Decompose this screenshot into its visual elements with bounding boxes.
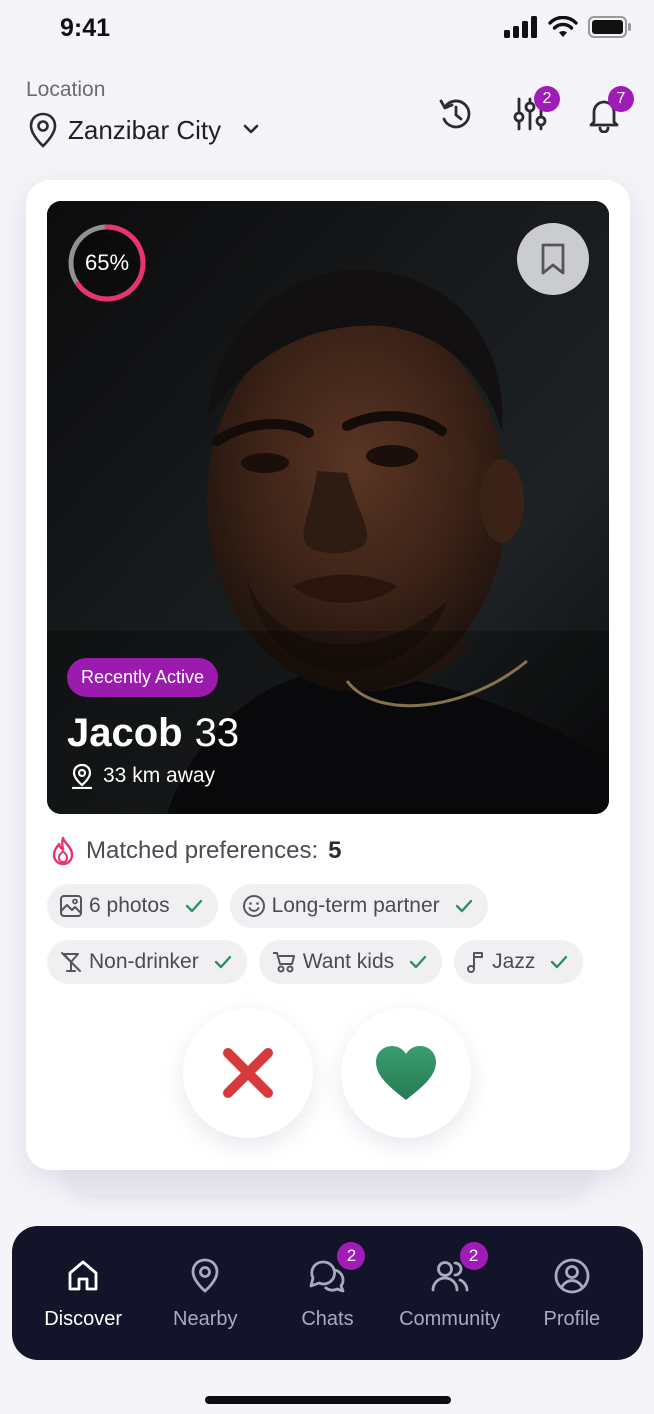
nav-label: Nearby <box>173 1307 238 1330</box>
bottom-nav: Discover Nearby 2 Chats 2 Community Prof… <box>12 1226 643 1360</box>
location-pin-icon <box>191 1258 219 1293</box>
nav-label: Profile <box>543 1307 601 1330</box>
history-icon <box>439 99 471 129</box>
chip-kids: Want kids <box>258 940 443 984</box>
profile-card[interactable]: 65% Recently Active Jacob 33 33 km away … <box>26 180 630 1170</box>
nav-community[interactable]: 2 Community <box>391 1241 509 1331</box>
check-icon <box>409 955 427 969</box>
profile-name: Jacob <box>67 711 183 755</box>
chevron-down-icon <box>243 124 259 134</box>
filters-button[interactable]: 2 <box>510 86 560 134</box>
nav-nearby[interactable]: Nearby <box>146 1256 264 1331</box>
location-selector[interactable]: Zanzibar City <box>28 112 271 148</box>
check-icon <box>214 955 231 969</box>
filters-badge: 2 <box>534 86 560 112</box>
location-name: Zanzibar City <box>68 114 222 145</box>
chip-photos: 6 photos <box>47 884 218 928</box>
dislike-button[interactable] <box>183 1008 313 1138</box>
battery-icon <box>588 16 631 38</box>
check-icon <box>551 955 568 969</box>
status-time: 9:41 <box>60 14 111 42</box>
home-indicator <box>205 1396 451 1404</box>
preference-chips: 6 photos Long-term partner Non-drinker W… <box>47 884 617 996</box>
notifications-button[interactable]: 7 <box>584 86 634 134</box>
location-label: Location <box>26 78 106 101</box>
chip-label: Want kids <box>302 950 395 973</box>
nav-label: Community <box>399 1307 501 1330</box>
home-icon <box>68 1260 98 1290</box>
profile-icon <box>554 1258 590 1293</box>
profile-age: 33 <box>194 711 240 755</box>
location-pin-icon <box>71 763 93 789</box>
chip-music: Jazz <box>454 940 584 984</box>
close-icon <box>223 1048 273 1098</box>
notifications-badge: 7 <box>608 86 634 112</box>
status-bar: 9:41 <box>0 0 654 60</box>
status-icons <box>504 16 632 38</box>
header-actions: 2 7 <box>436 86 634 134</box>
stroller-icon <box>272 952 295 973</box>
signal-icon <box>504 16 537 38</box>
nav-chats[interactable]: 2 Chats <box>268 1241 386 1331</box>
flame-icon <box>52 836 74 866</box>
smile-icon <box>242 895 265 917</box>
chip-label: Jazz <box>492 950 536 973</box>
name-age: Jacob 33 <box>67 711 239 756</box>
matched-label: Matched preferences: <box>86 837 319 864</box>
chip-drinking: Non-drinker <box>47 940 247 984</box>
like-button[interactable] <box>341 1008 471 1138</box>
nav-label: Discover <box>44 1307 122 1330</box>
music-note-icon <box>467 952 484 973</box>
matched-count: 5 <box>328 837 342 864</box>
wifi-icon <box>548 16 578 37</box>
heart-icon <box>376 1046 436 1100</box>
check-icon <box>455 899 472 913</box>
profile-photo[interactable]: 65% Recently Active Jacob 33 33 km away <box>47 201 609 814</box>
nav-label: Chats <box>301 1307 354 1330</box>
distance-row: 33 km away <box>71 763 215 789</box>
match-score-text: 65% <box>84 250 130 275</box>
activity-badge: Recently Active <box>67 658 219 697</box>
history-button[interactable] <box>436 94 476 134</box>
location-pin-icon <box>29 112 57 148</box>
community-badge: 2 <box>459 1241 488 1270</box>
chip-label: 6 photos <box>89 894 170 917</box>
bookmark-icon <box>541 243 565 275</box>
bookmark-button[interactable] <box>517 223 589 295</box>
chats-badge: 2 <box>337 1241 366 1270</box>
swipe-actions <box>183 1008 471 1138</box>
chip-relationship: Long-term partner <box>229 884 488 928</box>
photos-icon <box>60 895 82 917</box>
distance-text: 33 km away <box>103 764 216 787</box>
chip-label: Long-term partner <box>271 894 440 917</box>
chip-label: Non-drinker <box>89 950 199 973</box>
nav-profile[interactable]: Profile <box>513 1256 631 1331</box>
check-icon <box>185 899 202 913</box>
no-drink-icon <box>61 952 81 972</box>
matched-preferences: Matched preferences: 5 <box>50 836 341 866</box>
nav-discover[interactable]: Discover <box>24 1256 142 1331</box>
